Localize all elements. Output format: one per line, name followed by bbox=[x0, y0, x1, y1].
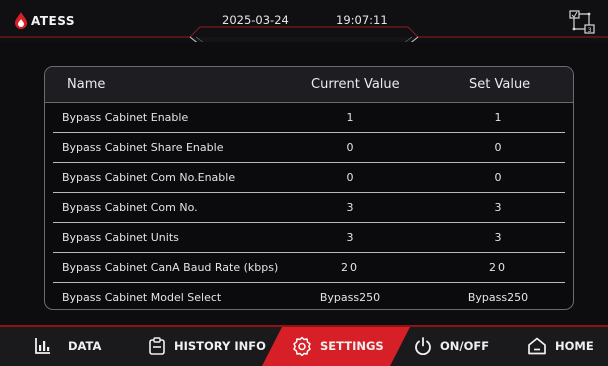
row-name: Bypass Cabinet Model Select bbox=[62, 291, 222, 304]
column-header-current-value: Current Value bbox=[311, 77, 400, 92]
brand-name: ATESS bbox=[31, 13, 75, 28]
row-current-value: 3 bbox=[346, 231, 354, 244]
nav-label-on-off: ON/OFF bbox=[440, 338, 490, 353]
header-decoration bbox=[0, 26, 608, 42]
table-header: Name Current Value Set Value bbox=[45, 67, 573, 103]
row-set-value[interactable]: 1 bbox=[438, 111, 558, 124]
nav-label-data: DATA bbox=[68, 338, 102, 353]
table-row[interactable]: Bypass Cabinet Com No.Enable 0 0 bbox=[45, 163, 573, 193]
network-topology-icon[interactable]: 3 bbox=[568, 9, 596, 35]
row-current-value: 0 bbox=[346, 171, 354, 184]
nav-tab-home[interactable]: HOME bbox=[527, 325, 594, 366]
nav-tab-data[interactable]: DATA bbox=[34, 325, 101, 366]
row-name: Bypass Cabinet Com No. bbox=[62, 201, 198, 214]
atess-logo: ATESS bbox=[14, 12, 75, 29]
power-icon bbox=[415, 336, 431, 355]
home-icon bbox=[528, 337, 546, 354]
table-row[interactable]: Bypass Cabinet Share Enable 0 0 bbox=[45, 133, 573, 163]
nav-label-home: HOME bbox=[555, 338, 594, 353]
gear-icon bbox=[293, 336, 311, 356]
row-set-value[interactable]: Bypass250 bbox=[438, 291, 558, 304]
row-set-value[interactable]: 3 bbox=[438, 231, 558, 244]
row-name: Bypass Cabinet Share Enable bbox=[62, 141, 224, 154]
row-current-value: 0 bbox=[346, 141, 354, 154]
row-name: Bypass Cabinet Com No.Enable bbox=[62, 171, 236, 184]
row-set-value[interactable]: 20 bbox=[438, 261, 558, 274]
row-set-value[interactable]: 0 bbox=[438, 141, 558, 154]
row-name: Bypass Cabinet Units bbox=[62, 231, 179, 244]
header-date: 2025-03-24 bbox=[222, 13, 289, 27]
table-row[interactable]: Bypass Cabinet Enable 1 1 bbox=[45, 103, 573, 133]
nav-label-settings: SETTINGS bbox=[320, 338, 384, 353]
header-time: 19:07:11 bbox=[336, 13, 388, 27]
row-name: Bypass Cabinet Enable bbox=[62, 111, 189, 124]
flame-icon bbox=[15, 12, 27, 29]
nav-tab-on-off[interactable]: ON/OFF bbox=[414, 325, 489, 366]
table-row[interactable]: Bypass Cabinet CanA Baud Rate (kbps) 20 … bbox=[45, 253, 573, 283]
nav-label-history-info: HISTORY INFO bbox=[174, 338, 266, 353]
row-set-value[interactable]: 3 bbox=[438, 201, 558, 214]
column-header-name: Name bbox=[67, 77, 106, 92]
column-header-set-value: Set Value bbox=[469, 77, 531, 92]
row-current-value: 3 bbox=[346, 201, 354, 214]
row-set-value[interactable]: 0 bbox=[438, 171, 558, 184]
row-name: Bypass Cabinet CanA Baud Rate (kbps) bbox=[62, 261, 279, 274]
bar-chart-icon bbox=[35, 337, 50, 354]
table-row[interactable]: Bypass Cabinet Units 3 3 bbox=[45, 223, 573, 253]
row-current-value: 1 bbox=[346, 111, 354, 124]
top-bar bbox=[0, 0, 608, 42]
row-current-value: Bypass250 bbox=[319, 291, 381, 304]
row-current-value: 20 bbox=[341, 261, 359, 274]
table-row[interactable]: Bypass Cabinet Model Select Bypass250 By… bbox=[45, 283, 573, 309]
clipboard-icon bbox=[149, 336, 165, 355]
table-row[interactable]: Bypass Cabinet Com No. 3 3 bbox=[45, 193, 573, 223]
settings-table: Name Current Value Set Value Bypass Cabi… bbox=[44, 66, 574, 310]
nav-tab-history-info[interactable]: HISTORY INFO bbox=[148, 325, 266, 366]
nav-tab-settings[interactable]: SETTINGS bbox=[292, 325, 384, 366]
svg-text:3: 3 bbox=[588, 26, 592, 34]
